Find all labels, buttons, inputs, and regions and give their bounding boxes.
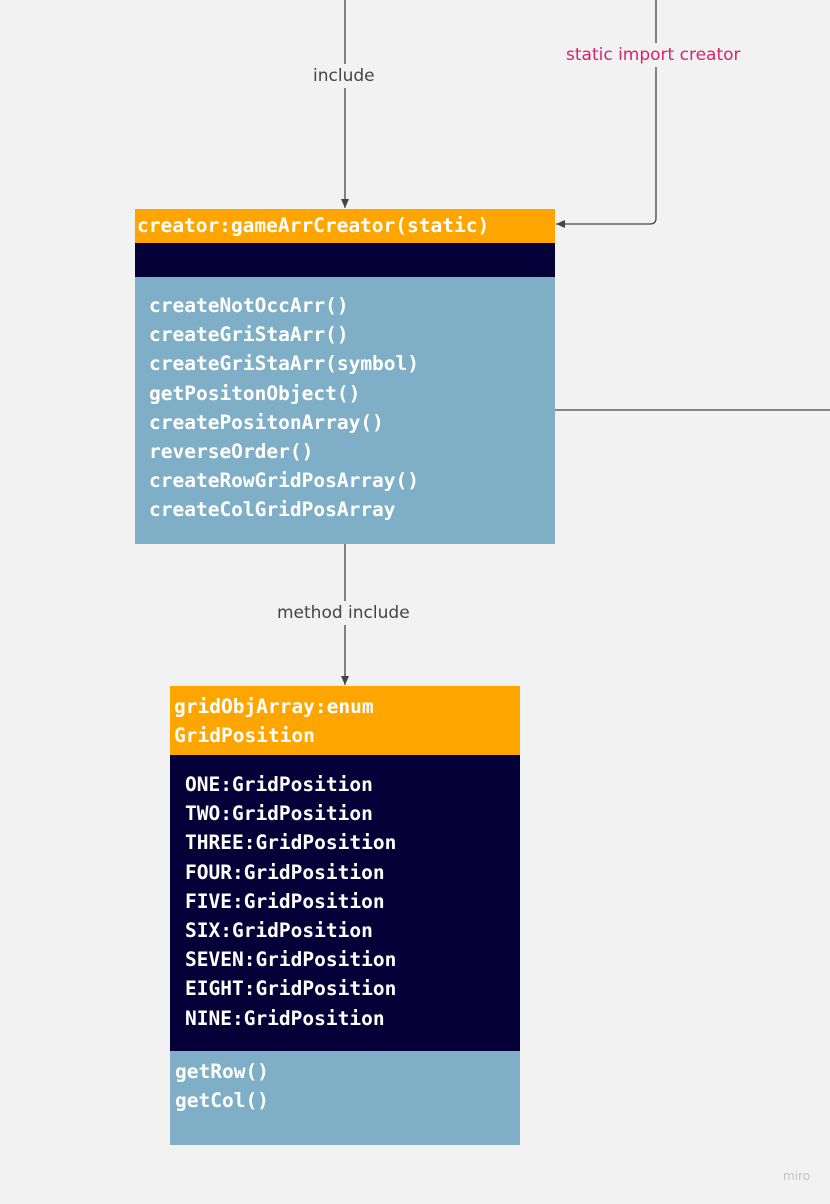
enum-constant-item: ONE:GridPosition	[185, 773, 373, 796]
enum-constant-item: SIX:GridPosition	[185, 919, 373, 943]
enum-constant-item: THREE:GridPosition	[185, 831, 397, 855]
method-include-label: method include	[273, 601, 414, 625]
method-item: getPositonObject()	[149, 381, 361, 405]
method-item: reverseOrder()	[149, 440, 314, 464]
enum-constant-item: EIGHT:GridPosition	[185, 977, 397, 1001]
creator-class-header: creator:gameArrCreator(static)	[135, 209, 555, 243]
enum-class-box[interactable]: gridObjArray:enum GridPosition ONE:GridP…	[170, 686, 520, 1145]
method-item: createRowGridPosArray()	[149, 469, 420, 493]
creator-class-box[interactable]: creator:gameArrCreator(static) createNot…	[135, 209, 555, 544]
method-item: getCol()	[175, 1089, 269, 1113]
enum-class-header: gridObjArray:enum GridPosition	[170, 686, 520, 755]
enum-header-line2: GridPosition	[174, 723, 315, 747]
method-item: createGriStaArr(symbol)	[149, 352, 420, 376]
method-item: createGriStaArr()	[149, 323, 349, 347]
method-item: createNotOccArr()	[149, 294, 349, 317]
static-import-label: static import creator	[562, 43, 745, 67]
method-item: createColGridPosArray	[149, 498, 396, 522]
method-item: createPositonArray()	[149, 410, 384, 434]
miro-watermark: miro	[783, 1169, 811, 1183]
enum-methods-section: getRow() getCol()	[170, 1051, 520, 1145]
static-import-connector[interactable]	[556, 0, 657, 228]
enum-constant-item: NINE:GridPosition	[185, 1006, 385, 1030]
method-item: getRow()	[175, 1060, 269, 1083]
include-label: include	[309, 64, 379, 88]
enum-constant-item: SEVEN:GridPosition	[185, 948, 397, 972]
diagram-canvas: include static import creator method inc…	[0, 0, 830, 1204]
enum-header-line1: gridObjArray:enum	[174, 695, 374, 718]
creator-methods-section: createNotOccArr() createGriStaArr() create…	[135, 277, 555, 544]
enum-constant-item: FIVE:GridPosition	[185, 889, 385, 913]
enum-constants-section: ONE:GridPosition TWO:GridPosition THREE:Gr…	[170, 755, 520, 1051]
enum-constant-item: FOUR:GridPosition	[185, 860, 385, 884]
enum-constant-item: TWO:GridPosition	[185, 802, 373, 826]
creator-attributes-section	[135, 243, 555, 277]
